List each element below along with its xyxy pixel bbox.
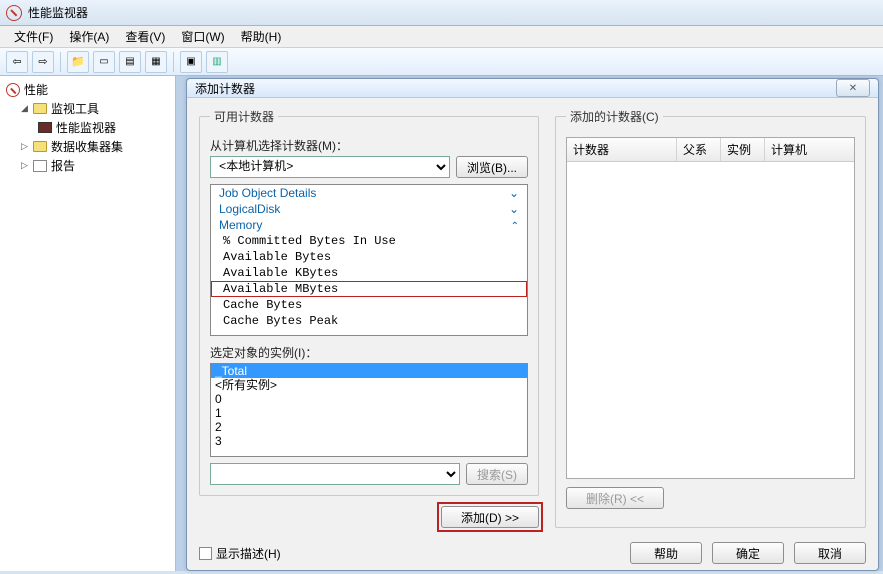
ok-button[interactable]: 确定 [712, 542, 784, 564]
panel-icon: ▭ [99, 56, 108, 67]
col-computer[interactable]: 计算机 [765, 138, 854, 161]
category-logicaldisk[interactable]: LogicalDisk [211, 201, 527, 217]
tree-collectors[interactable]: ▷数据收集器集 [4, 137, 171, 156]
checkbox-icon [199, 547, 212, 560]
counter-item[interactable]: Available MBytes [211, 281, 527, 297]
chart-icon: ▥ [212, 56, 221, 67]
chevron-icon [509, 186, 519, 200]
instance-item[interactable]: 2 [211, 420, 527, 434]
folder-icon [33, 141, 47, 152]
added-counters-group: 添加的计数器(C) 计数器 父系 实例 计算机 删除(R) << [555, 108, 866, 528]
perf-icon [6, 83, 20, 97]
menu-window[interactable]: 窗口(W) [173, 26, 232, 47]
dialog-close-button[interactable]: ✕ [836, 79, 870, 97]
window-titlebar: 性能监视器 [0, 0, 883, 26]
instance-item[interactable]: <所有实例> [211, 378, 527, 392]
browse-button[interactable]: 浏览(B)... [456, 156, 528, 178]
from-computer-label: 从计算机选择计数器(M)： [210, 137, 528, 154]
close-icon: ✕ [849, 83, 857, 94]
up-button[interactable]: 📁 [67, 51, 89, 73]
menu-file[interactable]: 文件(F) [6, 26, 61, 47]
arrow-right-icon: ⇨ [38, 55, 47, 68]
tree-monitoring-tools[interactable]: ◢监视工具 [4, 99, 171, 118]
toolbar: ⇦ ⇨ 📁 ▭ ▤ ▦ ▣ ▥ [0, 48, 883, 76]
back-button[interactable]: ⇦ [6, 51, 28, 73]
col-parent[interactable]: 父系 [677, 138, 721, 161]
counter-item[interactable]: Available KBytes [211, 265, 527, 281]
chevron-icon [511, 218, 519, 232]
search-combo[interactable] [210, 463, 460, 485]
counter-item[interactable]: % Committed Bytes In Use [211, 233, 527, 249]
added-counters-legend: 添加的计数器(C) [566, 108, 663, 125]
show-hide-button[interactable]: ▭ [93, 51, 115, 73]
instance-item[interactable]: _Total [211, 364, 527, 378]
tree-root[interactable]: 性能 [4, 80, 171, 99]
monitor-icon [38, 122, 52, 133]
menu-action[interactable]: 操作(A) [61, 26, 117, 47]
chevron-icon [509, 202, 519, 216]
dialog-titlebar: 添加计数器 ✕ [187, 79, 878, 98]
add-counter-dialog: 添加计数器 ✕ 可用计数器 从计算机选择计数器(M)： <本地计算机> 浏览(B… [186, 78, 879, 571]
counter-item[interactable]: Cache Bytes Peak [211, 313, 527, 329]
tree-reports[interactable]: ▷报告 [4, 156, 171, 175]
counter-item[interactable]: Available Bytes [211, 249, 527, 265]
export-button[interactable]: ▦ [145, 51, 167, 73]
folder-up-icon: 📁 [71, 55, 85, 68]
dialog-title: 添加计数器 [195, 80, 255, 97]
export-icon: ▦ [151, 56, 160, 67]
properties-button[interactable]: ▤ [119, 51, 141, 73]
cancel-button[interactable]: 取消 [794, 542, 866, 564]
collapse-icon[interactable]: ◢ [20, 104, 29, 113]
added-counters-table[interactable]: 计数器 父系 实例 计算机 [566, 137, 855, 479]
properties-icon: ▤ [125, 56, 134, 67]
available-counters-group: 可用计数器 从计算机选择计数器(M)： <本地计算机> 浏览(B)... Job… [199, 108, 539, 496]
instance-item[interactable]: 3 [211, 434, 527, 448]
menu-view[interactable]: 查看(V) [117, 26, 173, 47]
window-title: 性能监视器 [28, 4, 88, 21]
show-description-checkbox[interactable]: 显示描述(H) [199, 545, 281, 562]
menubar: 文件(F) 操作(A) 查看(V) 窗口(W) 帮助(H) [0, 26, 883, 48]
col-counter[interactable]: 计数器 [567, 138, 677, 161]
arrow-left-icon: ⇦ [12, 55, 21, 68]
dialog-footer: 显示描述(H) 帮助 确定 取消 [187, 536, 878, 574]
report-icon [33, 160, 47, 172]
instance-item[interactable]: 0 [211, 392, 527, 406]
table-header: 计数器 父系 实例 计算机 [567, 138, 854, 162]
col-instance[interactable]: 实例 [721, 138, 765, 161]
remove-button[interactable]: 删除(R) << [566, 487, 664, 509]
tree-perf-monitor[interactable]: 性能监视器 [4, 118, 171, 137]
counter-listbox[interactable]: Job Object DetailsLogicalDiskMemory% Com… [210, 184, 528, 336]
help-button[interactable]: 帮助 [630, 542, 702, 564]
category-job-object-details[interactable]: Job Object Details [211, 185, 527, 201]
chart-button[interactable]: ▥ [206, 51, 228, 73]
instance-item[interactable]: 1 [211, 406, 527, 420]
category-memory[interactable]: Memory [211, 217, 527, 233]
refresh-icon: ▣ [186, 56, 195, 67]
counter-item[interactable]: Cache Bytes [211, 297, 527, 313]
menu-help[interactable]: 帮助(H) [233, 26, 290, 47]
folder-icon [33, 103, 47, 114]
expand-icon[interactable]: ▷ [20, 161, 29, 170]
search-button[interactable]: 搜索(S) [466, 463, 528, 485]
instances-label: 选定对象的实例(I)： [210, 344, 528, 361]
refresh-button[interactable]: ▣ [180, 51, 202, 73]
instances-listbox[interactable]: _Total<所有实例>0123 [210, 363, 528, 457]
app-icon [6, 5, 22, 21]
forward-button[interactable]: ⇨ [32, 51, 54, 73]
add-button[interactable]: 添加(D) >> [441, 506, 539, 528]
nav-tree: 性能 ◢监视工具 性能监视器 ▷数据收集器集 ▷报告 [0, 76, 176, 571]
computer-combo[interactable]: <本地计算机> [210, 156, 450, 178]
expand-icon[interactable]: ▷ [20, 142, 29, 151]
available-counters-legend: 可用计数器 [210, 108, 278, 125]
